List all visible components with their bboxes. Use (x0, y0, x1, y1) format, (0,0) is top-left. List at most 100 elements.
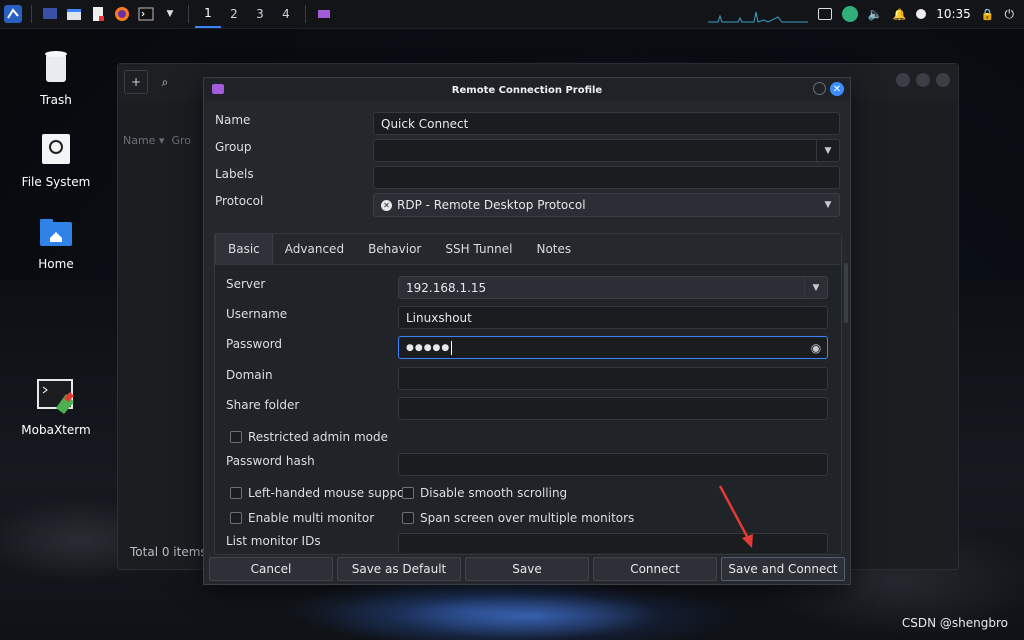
chevron-down-icon[interactable]: ▼ (816, 140, 839, 161)
desktop-trash-label: Trash (40, 93, 72, 107)
name-field[interactable]: Quick Connect (373, 112, 840, 135)
disable-smooth-scrolling-checkbox[interactable]: Disable smooth scrolling (402, 486, 567, 500)
tab-behavior[interactable]: Behavior (356, 234, 433, 264)
username-label: Username (226, 307, 288, 321)
labels-label: Labels (215, 167, 254, 181)
checkbox-box[interactable] (402, 512, 414, 524)
remmina-icon (212, 84, 224, 94)
password-field[interactable]: ●●●●● ◉ (398, 336, 828, 359)
workspace-2[interactable]: 2 (221, 0, 247, 28)
restricted-admin-checkbox[interactable]: Restricted admin mode (230, 430, 388, 444)
connect-button[interactable]: Connect (593, 557, 717, 581)
lock-icon[interactable]: 🔒 (981, 8, 995, 21)
top-panel: ▼ 1 2 3 4 🔈 🔔 10:35 🔒 ⏻ (0, 0, 1024, 29)
window-control[interactable] (896, 73, 910, 87)
mobaxterm-icon (11, 378, 101, 417)
domain-label: Domain (226, 368, 273, 382)
checkbox-box[interactable] (230, 487, 242, 499)
remmina-icon[interactable] (315, 5, 333, 23)
desktop-file-system-label: File System (21, 175, 91, 189)
save-as-default-button[interactable]: Save as Default (337, 557, 461, 581)
kali-menu-icon[interactable] (4, 5, 22, 23)
tab-notes[interactable]: Notes (524, 234, 583, 264)
multi-monitor-checkbox[interactable]: Enable multi monitor (230, 511, 374, 525)
share-folder-label: Share folder (226, 398, 300, 412)
monitor-ids-field[interactable] (398, 533, 828, 553)
file-manager-icon[interactable] (65, 5, 83, 23)
workspace-3[interactable]: 3 (247, 0, 273, 28)
text-cursor (451, 340, 453, 355)
group-combobox[interactable]: ▼ (373, 139, 840, 162)
save-and-connect-button[interactable]: Save and Connect (721, 557, 845, 581)
dialog-window-controls: ✕ (813, 82, 844, 96)
checkbox-box[interactable] (230, 431, 242, 443)
firefox-icon[interactable] (113, 5, 131, 23)
name-label: Name (215, 113, 251, 127)
dialog-titlebar: Remote Connection Profile ✕ (204, 78, 850, 102)
search-icon[interactable]: ⌕ (154, 71, 176, 93)
chevron-down-icon[interactable]: ▼ (804, 277, 827, 298)
server-combobox[interactable]: 192.168.1.15 ▼ (398, 276, 828, 299)
save-button[interactable]: Save (465, 557, 589, 581)
protocol-label: Protocol (215, 194, 264, 208)
password-hash-field[interactable] (398, 453, 828, 476)
desktop-home-label: Home (38, 257, 74, 271)
eye-icon[interactable]: ◉ (805, 337, 827, 358)
text-editor-icon[interactable] (89, 5, 107, 23)
protocol-select[interactable]: ✕ RDP - Remote Desktop Protocol ▼ (373, 193, 840, 217)
terminal-icon[interactable] (137, 5, 155, 23)
home-folder-icon (11, 218, 101, 251)
panel-separator (305, 5, 306, 23)
tab-advanced[interactable]: Advanced (273, 234, 356, 264)
dialog-button-row: Cancel Save as Default Save Connect Save… (209, 557, 845, 581)
desktop-icon[interactable] (41, 5, 59, 23)
wallpaper-glow (320, 580, 740, 640)
desktop-trash[interactable]: Trash (11, 48, 101, 107)
password-hash-label: Password hash (226, 454, 315, 468)
power-icon[interactable]: ⏻ (1005, 7, 1015, 22)
chevron-down-icon[interactable]: ▼ (817, 194, 839, 216)
window-control[interactable] (916, 73, 930, 87)
username-field[interactable]: Linuxshout (398, 306, 828, 329)
password-label: Password (226, 337, 283, 351)
span-screen-checkbox[interactable]: Span screen over multiple monitors (402, 511, 634, 525)
workspace-1[interactable]: 1 (195, 0, 221, 28)
annotation-arrow (718, 485, 753, 548)
bell-icon[interactable]: 🔔 (893, 8, 907, 21)
media-icon[interactable] (916, 9, 927, 19)
drive-icon (11, 132, 101, 169)
desktop-home[interactable]: Home (11, 218, 101, 271)
rdp-icon: ✕ (381, 199, 392, 211)
graph-icon (707, 11, 808, 23)
checkbox-box[interactable] (230, 512, 242, 524)
labels-field[interactable] (373, 166, 840, 189)
scrollbar[interactable] (844, 263, 848, 323)
new-connection-button[interactable]: + (124, 70, 148, 94)
cancel-button[interactable]: Cancel (209, 557, 333, 581)
desktop-mobaxterm[interactable]: MobaXterm (11, 378, 101, 437)
window-control[interactable] (936, 73, 950, 87)
tab-ssh-tunnel[interactable]: SSH Tunnel (433, 234, 524, 264)
close-button[interactable]: ✕ (830, 82, 844, 96)
tab-bar: Basic Advanced Behavior SSH Tunnel Notes (215, 234, 841, 265)
network-icon[interactable] (841, 6, 858, 22)
checkbox-box[interactable] (402, 487, 414, 499)
chevron-down-icon[interactable]: ▼ (161, 5, 179, 23)
monitor-ids-label: List monitor IDs (226, 534, 321, 548)
desktop-file-system[interactable]: File System (11, 132, 101, 189)
file-manager-window-controls (896, 73, 950, 87)
window-icon[interactable] (817, 8, 832, 20)
dialog-title: Remote Connection Profile (451, 84, 603, 96)
watermark: CSDN @shengbro (901, 616, 1008, 630)
share-folder-field[interactable] (398, 397, 828, 420)
left-handed-checkbox[interactable]: Left-handed mouse support (230, 486, 414, 500)
clock[interactable]: 10:35 (936, 7, 971, 21)
minimize-button[interactable] (813, 82, 826, 95)
column-header-name[interactable]: Name ▾ Gro (123, 134, 191, 147)
system-tray: 🔈 🔔 10:35 🔒 ⏻ (707, 0, 1024, 28)
tab-basic[interactable]: Basic (215, 234, 273, 264)
volume-icon[interactable]: 🔈 (868, 7, 883, 21)
workspace-4[interactable]: 4 (273, 0, 299, 28)
desktop-mobaxterm-label: MobaXterm (21, 423, 91, 437)
domain-field[interactable] (398, 367, 828, 390)
